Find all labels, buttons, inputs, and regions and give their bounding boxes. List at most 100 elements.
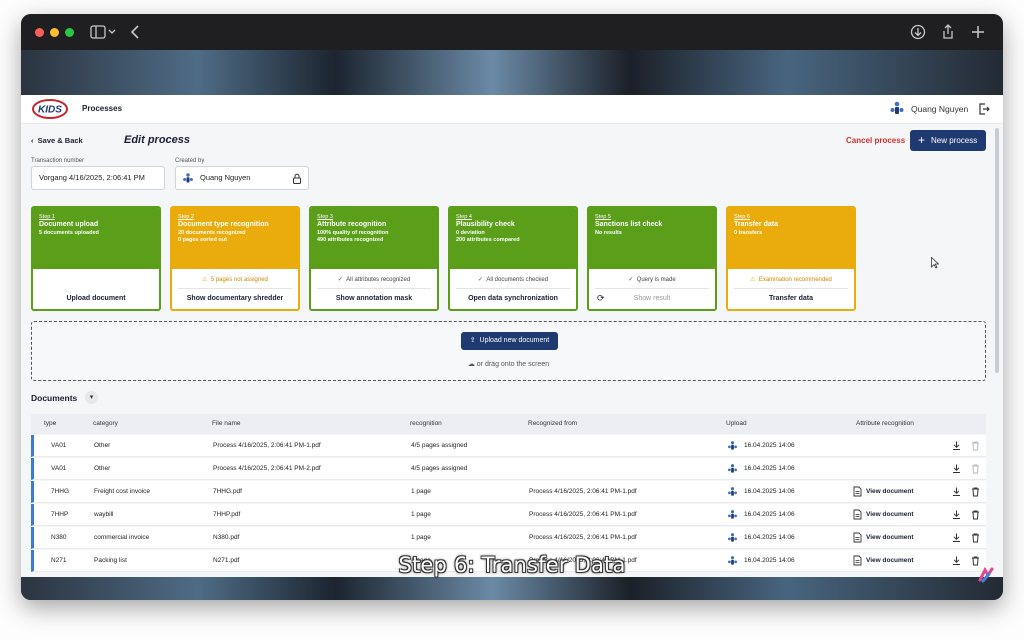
download-icon[interactable] [909,23,927,41]
step-header: Step 1 Document upload 5 documents uploade… [33,208,159,269]
transaction-number-label: Transaction number [31,158,85,164]
cell-type: N380 [51,534,67,541]
brand-watermark-icon [978,566,994,583]
cancel-process-button[interactable]: Cancel process [846,136,905,145]
step-status: ✓ Query is made [589,276,715,283]
column-header-attribute-recognition[interactable]: Attribute recognition [856,420,914,427]
step-header: Step 2 Document type recognition 20 docume… [172,208,298,269]
step-detail-1: 0 transfers [734,230,763,236]
view-document-button[interactable]: View document [866,534,914,541]
column-header-recognized-from[interactable]: Recognized from [528,420,577,427]
step-title: Attribute recognition [317,221,387,228]
transaction-number-field[interactable]: Vorgang 4/16/2025, 2:06:41 PM [31,166,165,190]
page-scrollbar[interactable] [995,128,999,373]
check-icon: ✓ [477,277,483,283]
table-row[interactable]: 7HHG Freight cost invoice 7HHG.pdf 1 page Pr… [31,481,986,503]
step-card-4: Step 4 Plausibility check 0 deviation 200 a… [448,206,578,311]
column-header-type[interactable]: type [44,420,56,427]
nav-processes[interactable]: Processes [82,104,122,113]
view-document-button[interactable]: View document [866,511,914,518]
table-row[interactable]: N380 commercial invoice N380.pdf 1 page Proc… [31,527,986,549]
column-header-upload[interactable]: Upload [726,420,747,427]
document-icon [853,509,862,520]
cell-file-name: N380.pdf [213,534,240,541]
trash-icon[interactable] [970,440,981,451]
save-and-back-button[interactable]: ‹ Save & Back [31,136,83,145]
cell-file-name: Process 4/16/2025, 2:06:41 PM-2.pdf [213,465,321,472]
divider [456,288,570,289]
new-process-button[interactable]: + New process [910,130,986,151]
step-detail-1: 5 documents uploaded [39,230,99,236]
created-by-value: Quang Nguyen [200,173,251,182]
step-header: Step 6 Transfer data 0 transfers [728,208,854,269]
step-number: Step 5 [595,214,611,220]
step-detail-1: 100% quality of recognition [317,230,389,236]
trash-icon[interactable] [970,486,981,497]
warning-icon: ⚠ [750,277,756,283]
minimize-window-button[interactable] [50,28,59,37]
step-title: Document type recognition [178,221,269,228]
table-row[interactable]: VA01 Other Process 4/16/2025, 2:06:41 PM-2… [31,458,986,480]
cell-type: 7HHP [51,511,69,518]
back-arrow-icon[interactable] [127,23,145,41]
close-window-button[interactable] [35,28,44,37]
view-document-button[interactable]: View document [866,488,914,495]
mouse-cursor-icon [931,257,939,269]
cell-file-name: 7HHG.pdf [213,488,242,495]
divider [595,288,709,289]
divider [734,288,848,289]
plus-icon: + [918,133,926,147]
browser-titlebar [21,14,1003,50]
cell-file-name: Process 4/16/2025, 2:06:41 PM-1.pdf [213,442,321,449]
divider [178,288,292,289]
trash-icon[interactable] [970,532,981,543]
step-detail-1: No results [595,230,622,236]
step-header: Step 4 Plausibility check 0 deviation 200 a… [450,208,576,269]
chevron-down-icon[interactable] [107,23,117,41]
upload-dropzone[interactable]: ⇪ Upload new document ☁ or drag onto the… [31,321,986,381]
user-avatar-icon[interactable] [889,100,905,116]
cell-type: VA01 [51,442,67,449]
download-icon[interactable] [951,486,962,497]
documents-collapse-toggle[interactable]: ▾ [85,391,98,404]
step-card-6: Step 6 Transfer data 0 transfers ⚠ Examinat… [726,206,856,311]
zoom-window-button[interactable] [65,28,74,37]
divider [317,288,431,289]
step-action-button[interactable]: Show documentary shredder [172,295,298,302]
check-icon: ✓ [337,277,343,283]
step-action-button[interactable]: Transfer data [728,295,854,302]
step-action-button[interactable]: Open data synchronization [450,295,576,302]
background-image-top [21,50,1003,95]
user-name[interactable]: Quang Nguyen [911,104,968,114]
logout-icon[interactable] [977,102,991,116]
step-title: Sanctions list check [595,221,663,228]
download-icon[interactable] [951,532,962,543]
cell-upload-date: 16.04.2025 14:06 [744,488,795,495]
step-action-button[interactable]: Show result [589,295,715,302]
share-icon[interactable] [939,23,957,41]
trash-icon[interactable] [970,463,981,474]
download-icon[interactable] [951,509,962,520]
sidebar-icon[interactable] [89,23,107,41]
document-icon [853,486,862,497]
column-header-category[interactable]: category [93,420,118,427]
table-row[interactable]: 7HHP waybill 7HHP.pdf 1 page Process 4/16/20… [31,504,986,526]
step-action-button[interactable]: Show annotation mask [311,295,437,302]
download-icon[interactable] [951,440,962,451]
step-title: Plausibility check [456,221,515,228]
upload-new-document-button[interactable]: ⇪ Upload new document [461,332,558,350]
download-icon[interactable] [951,463,962,474]
user-avatar-icon [728,487,737,496]
cell-category: Other [94,442,111,449]
column-header-file-name[interactable]: File name [212,420,241,427]
screen: KIDS Processes Quang Nguyen ‹ Save & Bac… [0,0,1024,640]
trash-icon[interactable] [970,509,981,520]
created-by-field: Quang Nguyen [175,166,309,190]
step-action-button[interactable]: Upload document [33,295,159,302]
cell-type: 7HHG [51,488,70,495]
kids-logo[interactable]: KIDS [31,98,69,120]
column-header-recognition[interactable]: recognition [410,420,442,427]
table-row[interactable]: VA01 Other Process 4/16/2025, 2:06:41 PM-1… [31,435,986,457]
new-tab-icon[interactable] [969,23,987,41]
step-status: ⚠ Examination recommended [728,276,854,283]
